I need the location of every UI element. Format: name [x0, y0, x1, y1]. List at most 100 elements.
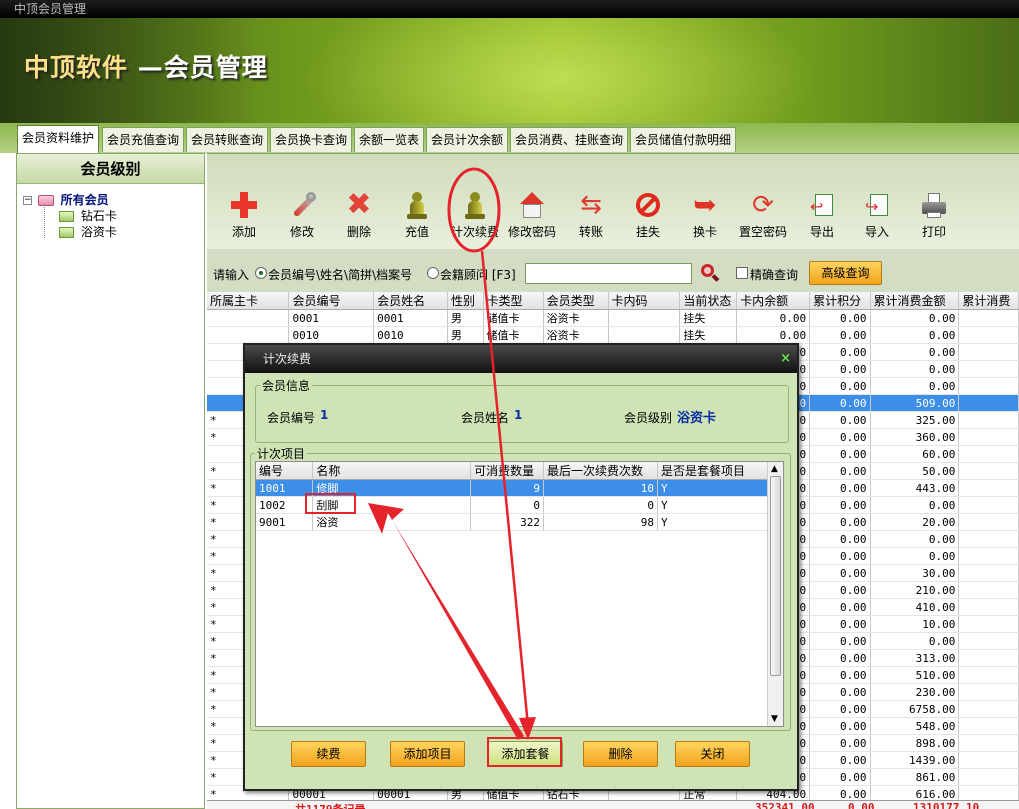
- advanced-query-button[interactable]: 高级查询: [809, 261, 882, 285]
- table-cell: [958, 513, 1019, 531]
- table-cell: 0.00: [809, 462, 871, 480]
- column-header[interactable]: 当前状态: [679, 292, 738, 310]
- count-renew-button[interactable]: 计次续费: [448, 190, 502, 240]
- table-row[interactable]: 0010 0010 男储值卡 浴资卡 挂失 0.00 0.00 0.00: [207, 326, 1019, 344]
- column-header[interactable]: 性别: [447, 292, 484, 310]
- member-level-tree: − 所有会员 钻石卡 浴资卡: [17, 184, 204, 248]
- close-icon[interactable]: ×: [780, 345, 791, 373]
- member-level-value: 浴资卡: [677, 411, 717, 426]
- table-cell: 0.00: [809, 513, 871, 531]
- table-cell: 刮脚: [312, 496, 472, 514]
- renew-button[interactable]: 续费: [291, 741, 366, 767]
- delete-item-button[interactable]: 删除: [583, 741, 658, 767]
- table-cell: 898.00: [870, 734, 960, 752]
- column-header[interactable]: 是否是套餐项目: [657, 462, 771, 480]
- tab-member-info[interactable]: 会员资料维护: [17, 125, 100, 153]
- column-header[interactable]: 名称: [312, 462, 472, 480]
- tree-item-diamond[interactable]: 钻石卡: [23, 208, 198, 224]
- radio-advisor-label: 会籍顾问 [F3]: [440, 268, 516, 282]
- radio-advisor[interactable]: [427, 267, 439, 279]
- column-header[interactable]: 累计积分: [809, 292, 871, 310]
- table-cell: 443.00: [870, 479, 960, 497]
- scroll-thumb[interactable]: [770, 476, 781, 676]
- column-header[interactable]: 会员姓名: [373, 292, 449, 310]
- reset-password-button[interactable]: ⟳ 置空密码: [736, 190, 790, 240]
- recharge-button[interactable]: 充值: [390, 190, 444, 240]
- table-cell: 0.00: [809, 547, 871, 565]
- table-cell: 0.00: [809, 496, 871, 514]
- table-cell: 浴资卡: [543, 326, 609, 344]
- tab-payment-detail[interactable]: 会员储值付款明细: [630, 127, 737, 152]
- table-cell: 0.00: [809, 479, 871, 497]
- export-button[interactable]: ↩ 导出: [795, 190, 849, 240]
- delete-button[interactable]: ✖ 删除: [332, 190, 386, 240]
- tree-item-label: 钻石卡: [80, 209, 117, 223]
- column-header[interactable]: 卡类型: [483, 292, 544, 310]
- count-renew-label: 计次续费: [450, 225, 499, 239]
- record-count: 共1179条记录: [295, 801, 366, 809]
- column-header[interactable]: 编号: [256, 462, 314, 480]
- tree-root[interactable]: − 所有会员: [23, 192, 198, 208]
- table-cell: 98: [543, 513, 659, 531]
- table-cell: 322: [470, 513, 545, 531]
- tree-root-label: 所有会员: [60, 193, 109, 207]
- table-cell: 0.00: [870, 309, 960, 327]
- add-package-button[interactable]: 添加套餐: [488, 741, 563, 767]
- tab-transfer-query[interactable]: 会员转账查询: [186, 127, 269, 152]
- table-cell: 0.00: [809, 683, 871, 701]
- table-cell: 0.00: [809, 326, 871, 344]
- vertical-scrollbar[interactable]: ▲ ▼: [767, 462, 783, 726]
- import-label: 导入: [864, 225, 889, 239]
- column-header[interactable]: 可消费数量: [470, 462, 545, 480]
- add-button[interactable]: 添加: [217, 190, 271, 240]
- change-password-button[interactable]: 修改密码: [505, 190, 559, 240]
- change-card-button[interactable]: ➥ 换卡: [678, 190, 732, 240]
- tab-card-change-query[interactable]: 会员换卡查询: [270, 127, 353, 152]
- total-points: 0.00: [848, 801, 875, 809]
- column-header[interactable]: 卡内码: [608, 292, 681, 310]
- transfer-button[interactable]: ⇆ 转账: [564, 190, 618, 240]
- radio-member-no[interactable]: [255, 267, 267, 279]
- column-header[interactable]: 累计消费金额: [870, 292, 960, 310]
- list-item[interactable]: 1001 修脚 9 10 Y: [256, 479, 771, 497]
- tree-item-bath[interactable]: 浴资卡: [23, 224, 198, 240]
- tab-recharge-query[interactable]: 会员充值查询: [102, 127, 185, 152]
- scroll-up-icon[interactable]: ▲: [771, 464, 778, 474]
- tab-balance-list[interactable]: 余额一览表: [354, 127, 425, 152]
- print-button[interactable]: 打印: [907, 190, 961, 240]
- report-loss-button[interactable]: 挂失: [621, 190, 675, 240]
- table-cell: 0.00: [809, 598, 871, 616]
- list-item[interactable]: 9001 浴资 322 98 Y: [256, 513, 771, 531]
- table-cell: 0.00: [870, 496, 960, 514]
- table-cell: 0.00: [809, 394, 871, 412]
- table-cell: 0.00: [870, 530, 960, 548]
- add-item-button[interactable]: 添加项目: [390, 741, 465, 767]
- exact-query-checkbox[interactable]: [736, 267, 748, 279]
- add-label: 添加: [231, 225, 256, 239]
- search-icon[interactable]: [701, 264, 720, 282]
- collapse-icon[interactable]: −: [23, 196, 32, 205]
- close-button[interactable]: 关闭: [675, 741, 750, 767]
- column-header[interactable]: 所属主卡: [207, 292, 290, 310]
- table-cell: 0.00: [870, 360, 960, 378]
- search-input[interactable]: [525, 263, 692, 284]
- column-header[interactable]: 卡内余额: [736, 292, 811, 310]
- tab-count-balance[interactable]: 会员计次余额: [426, 127, 509, 152]
- column-header[interactable]: 会员类型: [543, 292, 609, 310]
- edit-button[interactable]: 修改: [275, 190, 329, 240]
- table-cell: Y: [657, 479, 771, 497]
- list-item[interactable]: 1002 刮脚 0 0 Y: [256, 496, 771, 514]
- scroll-down-icon[interactable]: ▼: [771, 714, 778, 724]
- column-header[interactable]: 累计消费: [958, 292, 1019, 310]
- house-icon: [517, 190, 547, 220]
- table-row[interactable]: 0001 0001 男储值卡 浴资卡 挂失 0.00 0.00 0.00: [207, 309, 1019, 327]
- table-cell: [958, 394, 1019, 412]
- column-header[interactable]: 会员编号: [288, 292, 375, 310]
- excel-import-icon: ↪: [862, 190, 892, 220]
- count-items-body: 1001 修脚 9 10 Y 1002 刮脚 0 0 Y 9001 浴资 322 98 Y: [256, 479, 771, 531]
- tab-consume-query[interactable]: 会员消费、挂账查询: [510, 127, 629, 152]
- table-cell: [958, 360, 1019, 378]
- pawn-icon: [402, 190, 432, 220]
- column-header[interactable]: 最后一次续费次数: [543, 462, 659, 480]
- import-button[interactable]: ↪ 导入: [850, 190, 904, 240]
